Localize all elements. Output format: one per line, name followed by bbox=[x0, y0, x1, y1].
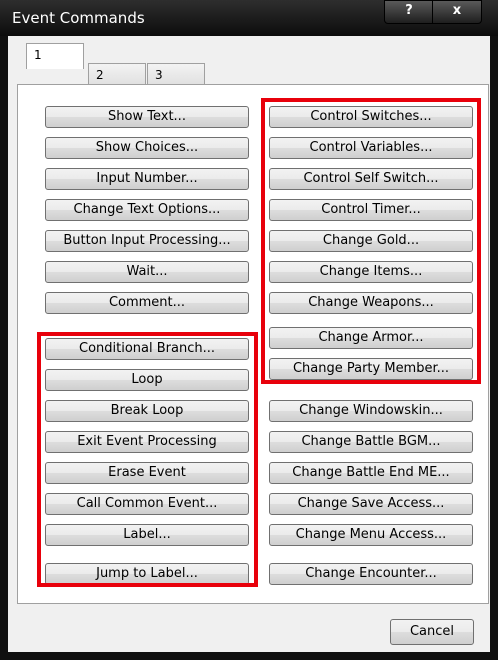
change-windowskin-button[interactable]: Change Windowskin... bbox=[269, 400, 473, 422]
cancel-button[interactable]: Cancel bbox=[390, 619, 474, 645]
button-input-processing-button[interactable]: Button Input Processing... bbox=[45, 230, 249, 252]
change-menu-access-button[interactable]: Change Menu Access... bbox=[269, 524, 473, 546]
close-button[interactable]: x bbox=[432, 0, 482, 24]
comment-button[interactable]: Comment... bbox=[45, 292, 249, 314]
change-encounter-button[interactable]: Change Encounter... bbox=[269, 563, 473, 585]
title-bar[interactable]: Event Commands ? x bbox=[0, 0, 498, 36]
window-title: Event Commands bbox=[12, 9, 145, 27]
tab-3[interactable]: 3 bbox=[147, 63, 205, 85]
highlight-box-left bbox=[37, 332, 258, 587]
show-text-button[interactable]: Show Text... bbox=[45, 106, 249, 128]
event-commands-dialog: Event Commands ? x 1 2 3 Show Text... Sh… bbox=[0, 0, 498, 660]
change-battle-end-me-button[interactable]: Change Battle End ME... bbox=[269, 462, 473, 484]
show-choices-button[interactable]: Show Choices... bbox=[45, 137, 249, 159]
highlight-box-right bbox=[261, 98, 481, 384]
change-save-access-button[interactable]: Change Save Access... bbox=[269, 493, 473, 515]
change-text-options-button[interactable]: Change Text Options... bbox=[45, 199, 249, 221]
tab-2[interactable]: 2 bbox=[88, 63, 146, 85]
change-battle-bgm-button[interactable]: Change Battle BGM... bbox=[269, 431, 473, 453]
tab-1[interactable]: 1 bbox=[26, 43, 84, 69]
wait-button[interactable]: Wait... bbox=[45, 261, 249, 283]
help-button[interactable]: ? bbox=[384, 0, 434, 24]
input-number-button[interactable]: Input Number... bbox=[45, 168, 249, 190]
